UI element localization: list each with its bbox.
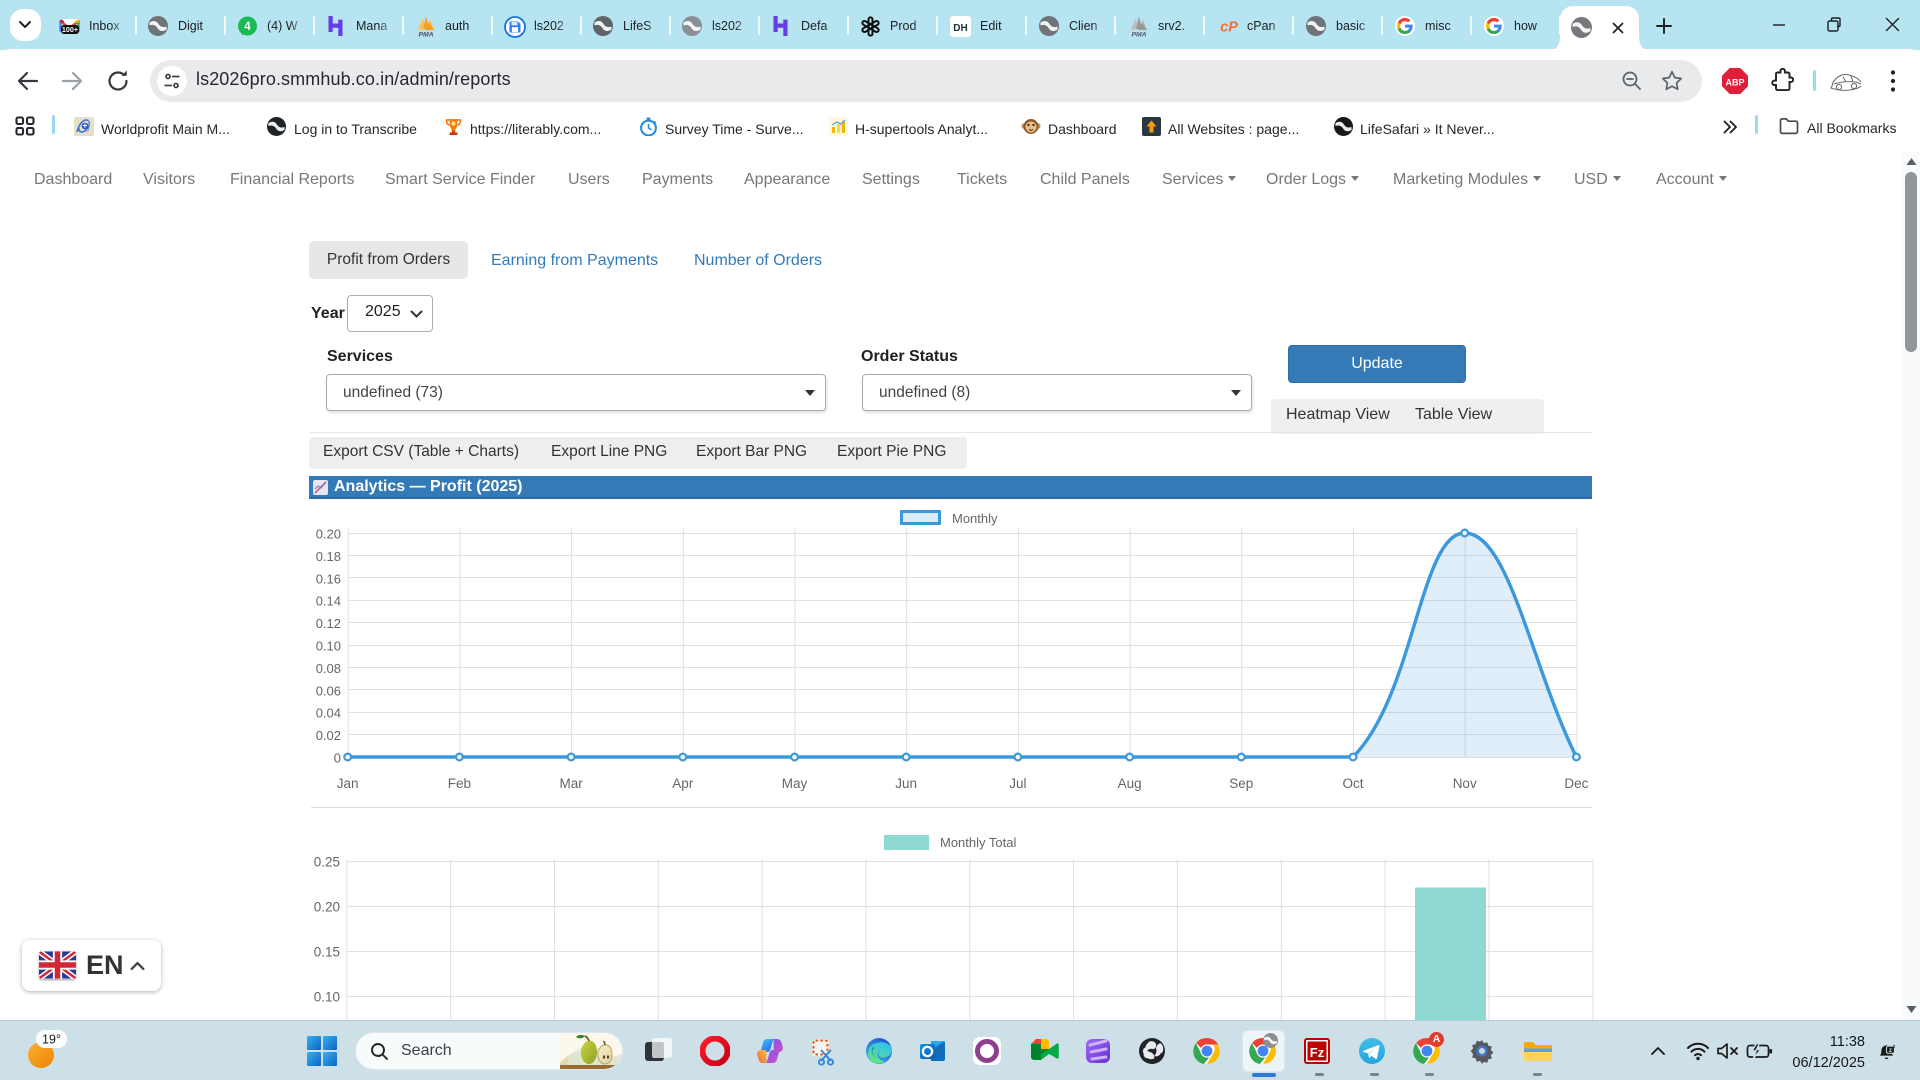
svg-text:0.10: 0.10 xyxy=(314,990,340,1005)
svg-text:0.15: 0.15 xyxy=(314,945,340,960)
svg-text:z: z xyxy=(1889,1047,1892,1054)
svg-text:Jul: Jul xyxy=(1009,776,1026,791)
svg-text:Jan: Jan xyxy=(337,776,359,791)
svg-text:DH: DH xyxy=(953,23,967,34)
svg-text:0.06: 0.06 xyxy=(316,683,341,698)
svg-text:z: z xyxy=(1893,1044,1896,1050)
svg-text:Mar: Mar xyxy=(559,776,583,791)
svg-text:0.20: 0.20 xyxy=(314,900,340,915)
svg-text:ABP: ABP xyxy=(1725,77,1744,87)
svg-text:0.20: 0.20 xyxy=(316,527,341,542)
svg-text:PMA: PMA xyxy=(1131,32,1146,38)
svg-text:0.12: 0.12 xyxy=(316,616,341,631)
svg-text:PMA: PMA xyxy=(418,32,433,38)
svg-text:cP: cP xyxy=(1220,20,1238,36)
svg-text:100+: 100+ xyxy=(62,25,78,34)
svg-text:0.16: 0.16 xyxy=(316,571,341,586)
svg-text:0.14: 0.14 xyxy=(316,594,341,609)
svg-text:19°: 19° xyxy=(42,1033,61,1047)
svg-text:0.10: 0.10 xyxy=(316,639,341,654)
svg-text:0.08: 0.08 xyxy=(316,661,341,676)
svg-text:Oct: Oct xyxy=(1342,776,1363,791)
svg-text:Apr: Apr xyxy=(672,776,694,791)
svg-text:Jun: Jun xyxy=(895,776,917,791)
svg-text:4: 4 xyxy=(244,21,251,33)
svg-text:Fz: Fz xyxy=(1310,1045,1325,1060)
svg-text:0.25: 0.25 xyxy=(314,855,340,870)
svg-text:0: 0 xyxy=(334,751,341,766)
svg-text:Sep: Sep xyxy=(1229,776,1253,791)
svg-text:Nov: Nov xyxy=(1453,776,1477,791)
svg-text:May: May xyxy=(782,776,808,791)
svg-text:0.04: 0.04 xyxy=(316,706,341,721)
svg-text:0.02: 0.02 xyxy=(316,728,341,743)
svg-text:Dec: Dec xyxy=(1564,776,1588,791)
svg-text:Feb: Feb xyxy=(448,776,471,791)
svg-text:0.18: 0.18 xyxy=(316,549,341,564)
svg-text:Aug: Aug xyxy=(1118,776,1142,791)
